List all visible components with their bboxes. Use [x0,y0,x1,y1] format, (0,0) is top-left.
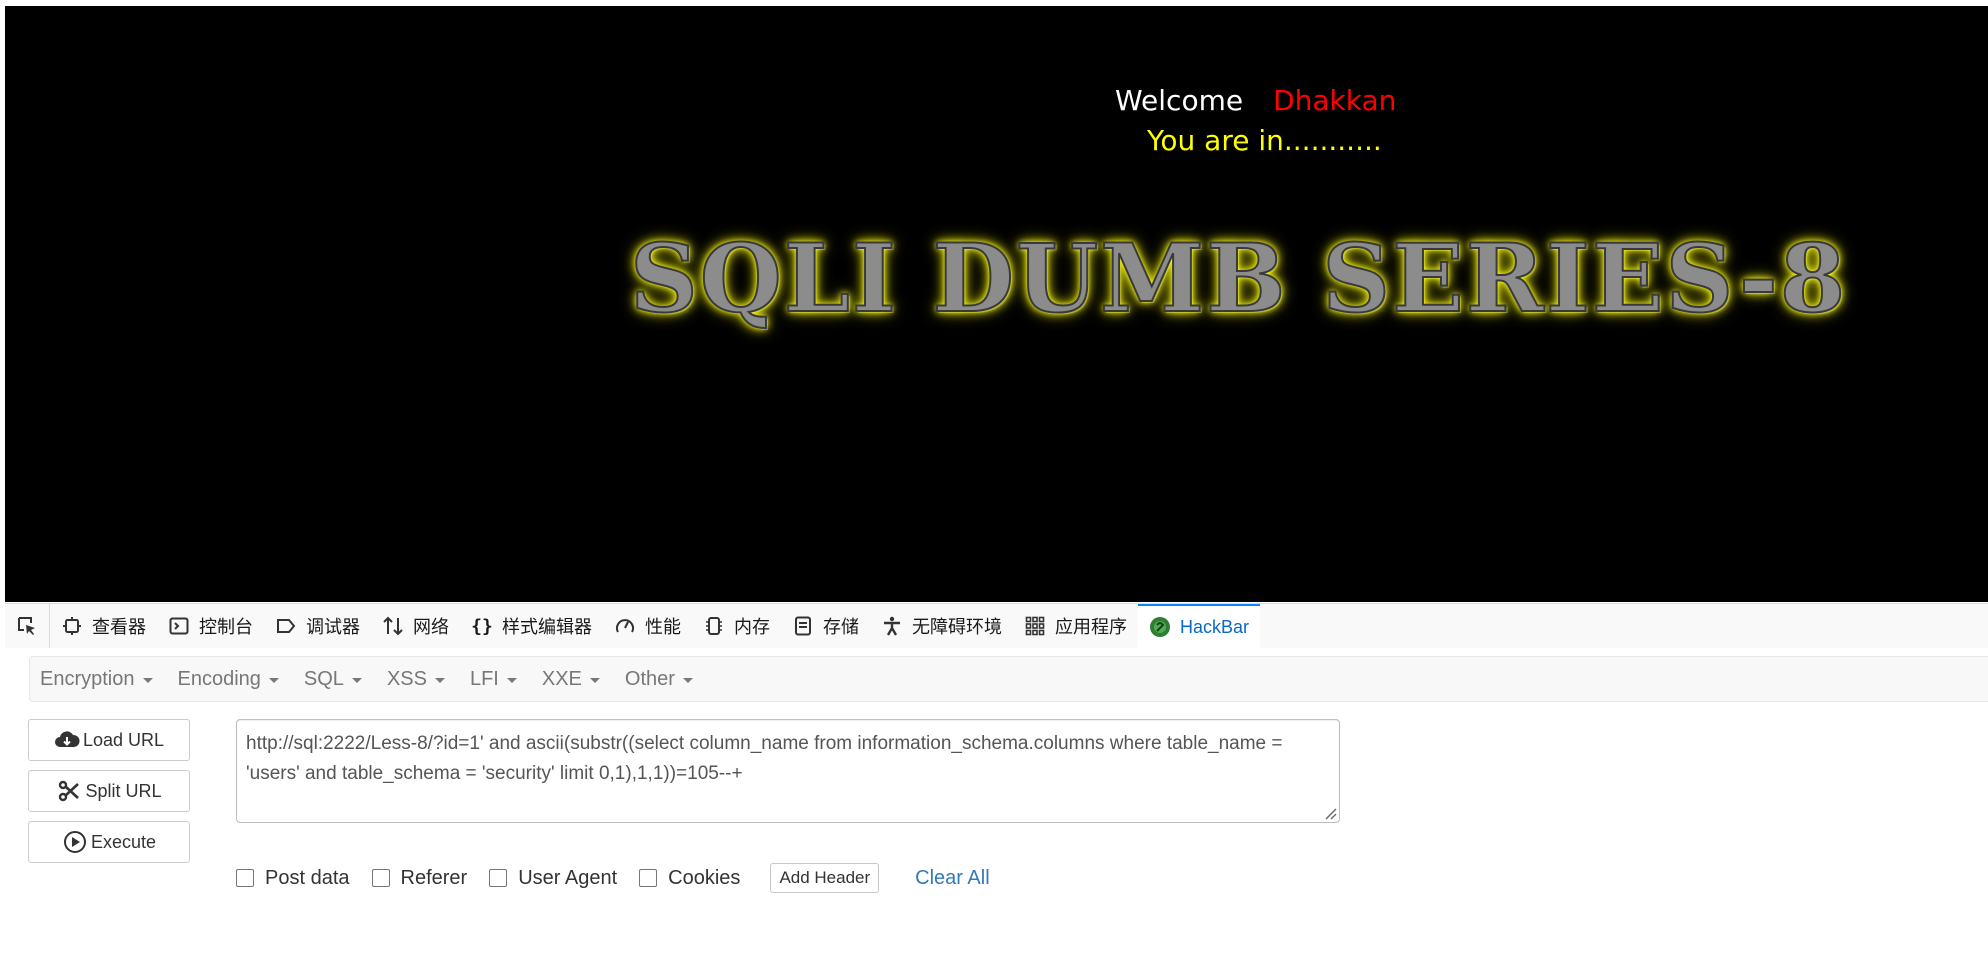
tab-debugger[interactable]: 调试器 [264,604,371,648]
network-icon [382,615,404,637]
element-picker-button[interactable] [5,604,50,648]
tab-inspector[interactable]: 查看器 [50,604,157,648]
caret-down-icon [682,677,693,683]
caret-down-icon [434,677,445,683]
tab-label: 性能 [645,617,681,637]
play-circle-icon [62,829,88,855]
user-agent-checkbox[interactable] [489,869,508,887]
caret-down-icon [506,677,517,683]
user-agent-label: User Agent [518,866,618,889]
inspector-icon [61,615,83,637]
menu-label: Other [624,667,675,690]
referer-option[interactable]: Referer [371,866,468,890]
hackbar-icon [1149,616,1171,638]
menu-label: XSS [386,667,427,690]
tab-label: 控制台 [199,617,253,637]
menu-lfi[interactable]: LFI [460,668,532,691]
resize-grip-icon[interactable] [1321,804,1337,820]
cloud-download-icon [54,727,80,753]
tab-label: 存储 [823,617,859,637]
devtools-tab-bar: 查看器 控制台 调试器 网络 {} 样式编辑器 性能 内存 存储 无障碍环境 应… [5,603,1988,649]
tab-application[interactable]: 应用程序 [1013,604,1138,648]
menu-sql[interactable]: SQL [294,668,377,691]
tab-label: 样式编辑器 [502,617,592,637]
tab-storage[interactable]: 存储 [781,604,870,648]
hackbar-panel: Encryption Encoding SQL XSS LFI XXE Othe… [5,648,1988,960]
menu-xss[interactable]: XSS [377,668,460,691]
caret-down-icon [351,677,362,683]
menu-xxe[interactable]: XXE [532,668,615,691]
caret-down-icon [268,677,279,683]
execute-label: Execute [90,831,157,852]
tab-network[interactable]: 网络 [371,604,460,648]
menu-label: LFI [469,667,499,690]
caret-down-icon [589,677,600,683]
tab-performance[interactable]: 性能 [603,604,692,648]
tab-label: 内存 [734,617,770,637]
split-url-label: Split URL [85,780,162,801]
referer-label: Referer [400,866,468,889]
welcome-line: Welcome Dhakkan [1115,84,1396,117]
menu-label: Encoding [177,667,261,690]
load-url-label: Load URL [82,729,165,750]
user-name: Dhakkan [1273,84,1397,117]
tab-hackbar[interactable]: HackBar [1138,604,1261,648]
hackbar-menu-bar: Encryption Encoding SQL XSS LFI XXE Othe… [29,656,1988,702]
post-data-checkbox[interactable] [236,869,254,887]
menu-label: XXE [541,667,582,690]
menu-encoding[interactable]: Encoding [168,668,294,691]
cookies-checkbox[interactable] [639,869,658,887]
execute-button[interactable]: Execute [28,821,190,863]
series-banner: SQLI DUMB SERIES-8 [629,223,1848,335]
user-agent-option[interactable]: User Agent [489,867,617,890]
welcome-text: Welcome [1115,84,1244,117]
menu-label: Encryption [40,667,135,690]
tab-label: HackBar [1180,616,1250,637]
tab-memory[interactable]: 内存 [692,604,781,648]
tab-accessibility[interactable]: 无障碍环境 [870,604,1013,648]
style-editor-icon: {} [471,615,493,637]
caret-down-icon [142,677,153,683]
scissors-icon [56,778,82,804]
debugger-icon [275,615,297,637]
referer-checkbox[interactable] [371,869,390,887]
clear-all-link[interactable]: Clear All [915,867,989,890]
post-data-option[interactable]: Post data [236,867,350,890]
split-url-button[interactable]: Split URL [28,770,190,812]
tab-label: 查看器 [92,617,146,637]
page-viewport: Welcome Dhakkan You are in........... SQL… [5,6,1988,602]
tab-label: 无障碍环境 [912,617,1002,637]
login-status: You are in........... [1147,124,1382,157]
url-textarea[interactable]: http://sql:2222/Less-8/?id=1' and ascii(… [236,719,1340,823]
add-header-button[interactable]: Add Header [770,863,880,893]
hackbar-options: Post data Referer User Agent Cookies Add… [236,860,990,896]
storage-icon [792,615,814,637]
menu-encryption[interactable]: Encryption [30,668,168,691]
console-icon [168,615,190,637]
accessibility-icon [881,615,903,637]
tab-style-editor[interactable]: {} 样式编辑器 [460,604,603,648]
post-data-label: Post data [265,866,350,889]
memory-icon [703,615,725,637]
tab-label: 网络 [413,617,449,637]
tab-label: 调试器 [306,617,360,637]
application-icon [1024,615,1046,637]
tab-label: 应用程序 [1055,617,1127,637]
cookies-label: Cookies [668,866,741,889]
menu-label: SQL [303,667,344,690]
tab-console[interactable]: 控制台 [157,604,264,648]
performance-icon [614,615,636,637]
cookies-option[interactable]: Cookies [639,867,740,890]
menu-other[interactable]: Other [615,668,708,691]
element-picker-icon [18,617,35,635]
load-url-button[interactable]: Load URL [28,719,190,761]
